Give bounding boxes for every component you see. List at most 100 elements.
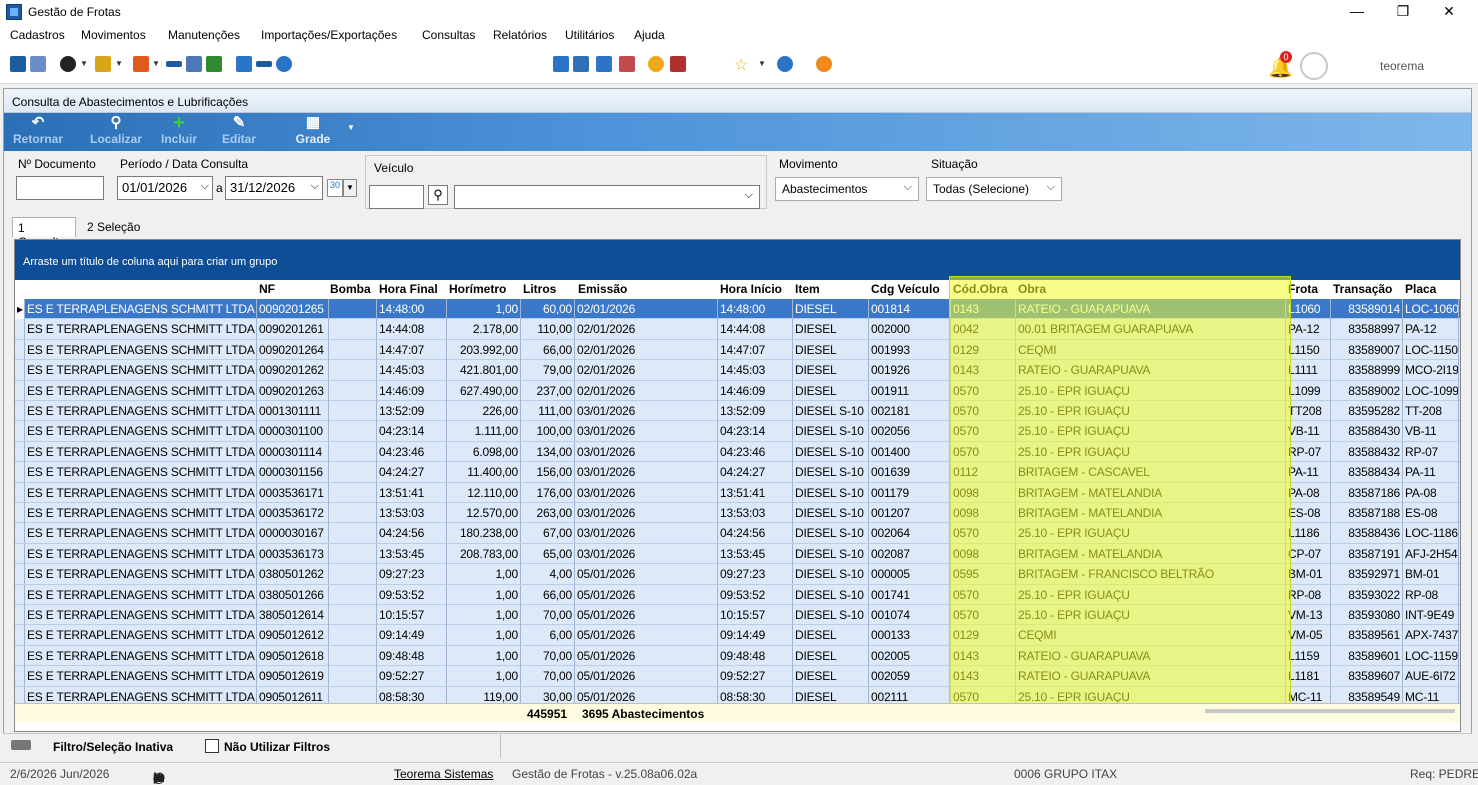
table-row[interactable]: ES E TERRAPLENAGENS SCHMITT LTDA 00902012…	[15, 319, 1460, 340]
horizontal-scrollbar[interactable]	[1205, 709, 1455, 713]
row-indicator[interactable]	[15, 645, 25, 666]
incluir-button[interactable]: + Incluir	[154, 113, 204, 146]
row-indicator[interactable]	[15, 319, 25, 340]
table-row[interactable]: ES E TERRAPLENAGENS SCHMITT LTDA 03805012…	[15, 564, 1460, 585]
movimento-select[interactable]: Abastecimentos ⌵	[775, 177, 919, 201]
table-row[interactable]: ES E TERRAPLENAGENS SCHMITT LTDA 00003011…	[15, 441, 1460, 463]
tire-icon[interactable]	[60, 56, 76, 72]
calendar-dropdown-button[interactable]: ▼	[343, 179, 357, 197]
localizar-button[interactable]: ⚲ Localizar	[86, 115, 146, 147]
col-bomba[interactable]: Bomba	[330, 282, 371, 296]
row-indicator[interactable]	[15, 482, 25, 503]
menu-importacoes[interactable]: Importações/Exportações	[261, 28, 397, 42]
row-indicator[interactable]	[15, 441, 25, 462]
retornar-button[interactable]: ↶ Retornar	[8, 115, 68, 147]
close-button[interactable]: ✕	[1426, 0, 1472, 24]
chevron-down-icon[interactable]: ▼	[152, 59, 160, 68]
col-emissao[interactable]: Emissão	[578, 282, 627, 296]
list-icon[interactable]	[166, 61, 182, 67]
table-row[interactable]: ES E TERRAPLENAGENS SCHMITT LTDA 09050126…	[15, 666, 1460, 687]
tab-selecao[interactable]: 2 Seleção	[82, 217, 146, 237]
table-row[interactable]: ES E TERRAPLENAGENS SCHMITT LTDA 09050126…	[15, 645, 1460, 667]
restore-button[interactable]: ❐	[1380, 0, 1426, 24]
row-indicator[interactable]	[15, 543, 25, 564]
bus-icon[interactable]	[95, 56, 111, 72]
date-to-input[interactable]: 31/12/2026 ⌵	[225, 176, 323, 200]
row-indicator-icon[interactable]: ▸	[15, 299, 25, 319]
table-row[interactable]: ES E TERRAPLENAGENS SCHMITT LTDA 00000301…	[15, 523, 1460, 544]
table-icon[interactable]	[186, 56, 202, 72]
calendar-icon[interactable]	[596, 56, 612, 72]
report-icon[interactable]	[670, 56, 686, 72]
teorema-link[interactable]: Teorema Sistemas	[394, 767, 493, 781]
veiculo-name-input[interactable]: ⌵	[454, 185, 760, 209]
row-indicator[interactable]	[15, 523, 25, 544]
col-cdg-veiculo[interactable]: Cdg Veículo	[871, 282, 940, 296]
col-hora-inicio[interactable]: Hora Início	[720, 282, 782, 296]
minimize-button[interactable]: —	[1334, 0, 1380, 24]
row-indicator[interactable]	[15, 360, 25, 381]
users-icon[interactable]	[30, 56, 46, 72]
table-row[interactable]: ES E TERRAPLENAGENS SCHMITT LTDA 00003011…	[15, 421, 1460, 442]
calendar-check-icon[interactable]	[619, 56, 635, 72]
group-by-bar[interactable]: Arraste um título de coluna aqui para cr…	[15, 240, 1460, 280]
chevron-down-icon[interactable]: ▼	[347, 123, 355, 132]
col-frota[interactable]: Frota	[1288, 282, 1318, 296]
table-row[interactable]: ES E TERRAPLENAGENS SCHMITT LTDA 00013011…	[15, 401, 1460, 422]
calculator-icon[interactable]	[553, 56, 569, 72]
search-icon[interactable]: ⚲	[428, 185, 448, 205]
table-row[interactable]: ES E TERRAPLENAGENS SCHMITT LTDA 38050126…	[15, 605, 1460, 626]
table-row[interactable]: ES E TERRAPLENAGENS SCHMITT LTDA 00902012…	[15, 339, 1460, 361]
row-indicator[interactable]	[15, 401, 25, 421]
tab-consulta[interactable]: 1 Consulta	[12, 217, 76, 249]
documento-input[interactable]	[16, 176, 104, 200]
chevron-down-icon[interactable]: ▼	[115, 59, 123, 68]
table-row[interactable]: ES E TERRAPLENAGENS SCHMITT LTDA 00003011…	[15, 462, 1460, 483]
calendar-icon[interactable]: 30	[327, 179, 343, 197]
col-nf[interactable]: NF	[259, 282, 275, 296]
row-indicator[interactable]	[15, 503, 25, 523]
menu-movimentos[interactable]: Movimentos	[81, 28, 146, 42]
stack-icon[interactable]	[133, 56, 149, 72]
grade-button[interactable]: ▦ Grade	[288, 115, 338, 147]
chevron-down-icon[interactable]: ▼	[758, 59, 766, 68]
menu-manutencoes[interactable]: Manutenções	[168, 28, 240, 42]
grid-icon[interactable]	[573, 56, 589, 72]
info-icon[interactable]	[777, 56, 793, 72]
col-transacao[interactable]: Transação	[1333, 282, 1392, 296]
col-hora-final[interactable]: Hora Final	[379, 282, 438, 296]
menu-utilitarios[interactable]: Utilitários	[565, 28, 614, 42]
row-indicator[interactable]	[15, 625, 25, 646]
table-row[interactable]: ES E TERRAPLENAGENS SCHMITT LTDA 09050126…	[15, 625, 1460, 646]
globe-icon[interactable]	[276, 56, 292, 72]
veiculo-code-input[interactable]	[369, 185, 424, 209]
row-indicator[interactable]	[15, 421, 25, 442]
row-indicator[interactable]	[15, 564, 25, 585]
table-row[interactable]: ES E TERRAPLENAGENS SCHMITT LTDA 00035361…	[15, 482, 1460, 503]
row-indicator[interactable]	[15, 605, 25, 625]
row-indicator[interactable]	[15, 462, 25, 483]
table-row[interactable]: ES E TERRAPLENAGENS SCHMITT LTDA 00902012…	[15, 380, 1460, 401]
power-icon[interactable]	[816, 56, 832, 72]
truck-icon[interactable]	[10, 56, 26, 72]
col-placa[interactable]: Placa	[1405, 282, 1436, 296]
col-obra[interactable]: Obra	[1018, 282, 1046, 296]
branch-icon[interactable]	[236, 56, 252, 72]
table-row[interactable]: ES E TERRAPLENAGENS SCHMITT LTDA 03805012…	[15, 584, 1460, 605]
row-indicator[interactable]	[15, 584, 25, 605]
list-icon[interactable]	[256, 61, 272, 67]
nao-utilizar-checkbox[interactable]	[205, 739, 219, 753]
star-icon[interactable]: ☆	[734, 55, 748, 75]
menu-ajuda[interactable]: Ajuda	[634, 28, 665, 42]
situacao-select[interactable]: Todas (Selecione) ⌵	[926, 177, 1062, 201]
chevron-down-icon[interactable]: ▼	[80, 59, 88, 68]
col-litros[interactable]: Litros	[523, 282, 556, 296]
col-cod-obra[interactable]: Cód.Obra	[953, 282, 1008, 296]
col-horimetro[interactable]: Horímetro	[449, 282, 506, 296]
row-indicator[interactable]	[15, 666, 25, 687]
row-indicator[interactable]	[15, 380, 25, 401]
menu-consultas[interactable]: Consultas	[422, 28, 475, 42]
date-from-input[interactable]: 01/01/2026 ⌵	[117, 176, 213, 200]
table-row[interactable]: ES E TERRAPLENAGENS SCHMITT LTDA 00902012…	[15, 360, 1460, 381]
editar-button[interactable]: ✎ Editar	[214, 115, 264, 147]
